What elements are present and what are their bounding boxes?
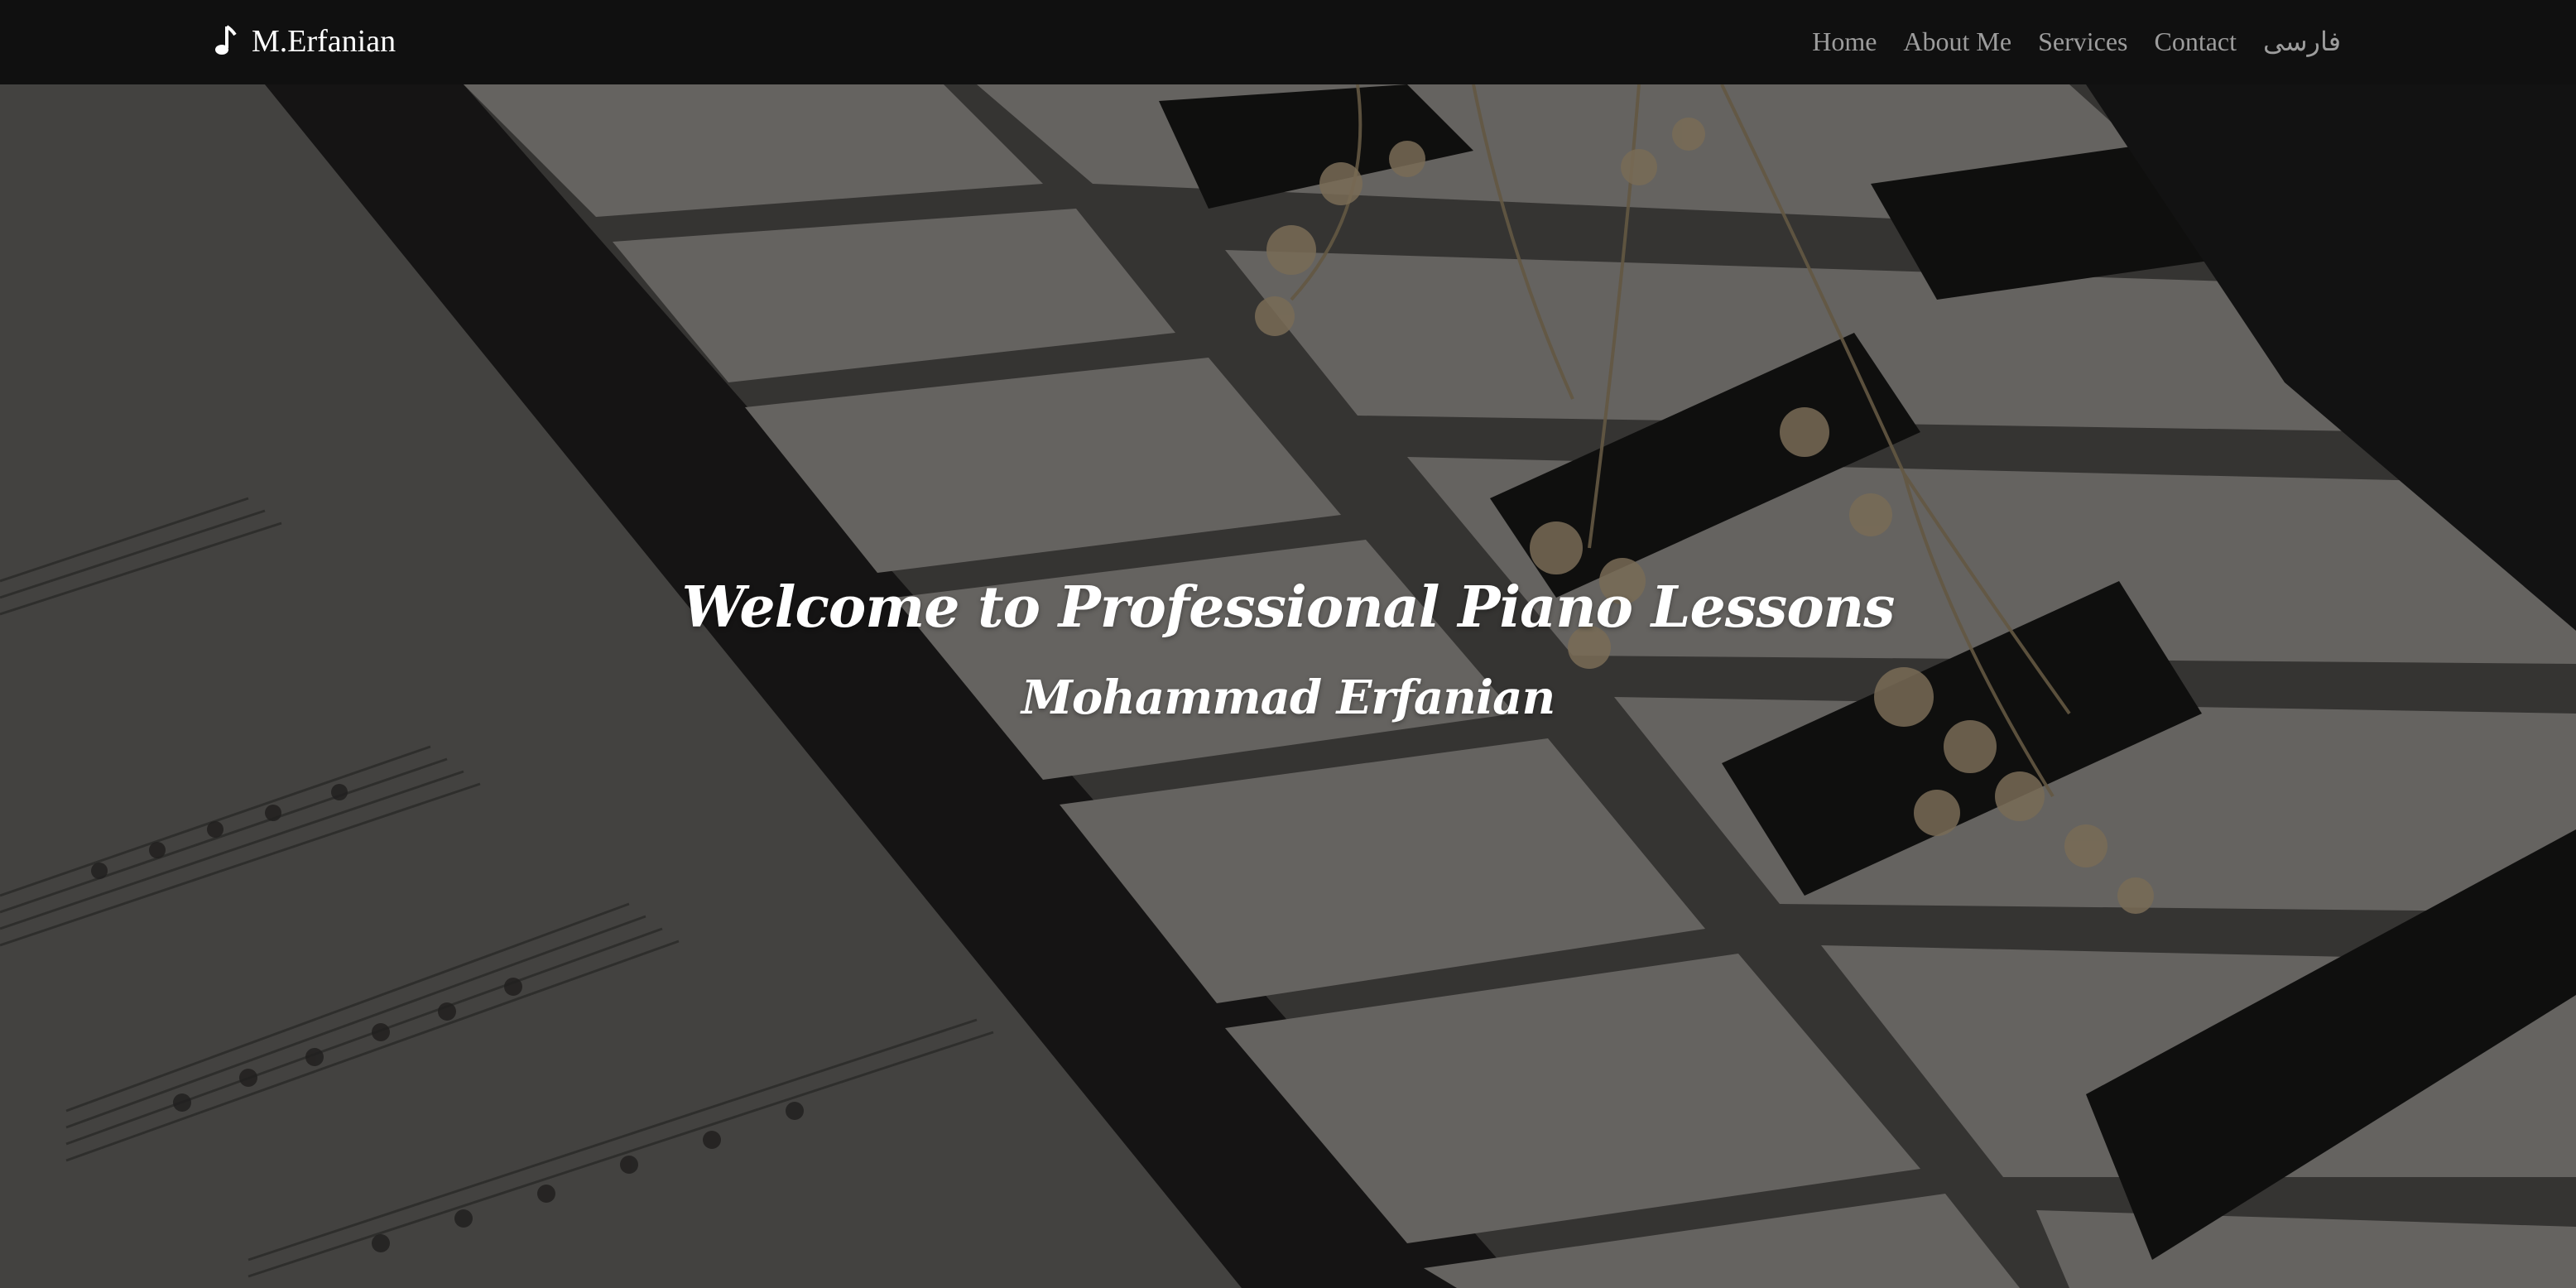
music-note-icon xyxy=(215,25,237,55)
hero-title: Welcome to Professional Piano Lessons xyxy=(681,574,1896,641)
nav-link-contact[interactable]: Contact xyxy=(2154,26,2237,57)
brand-link[interactable]: M.Erfanian xyxy=(214,15,396,68)
nav-menu: Home About Me Services Contact فارسی xyxy=(1812,15,2341,68)
nav-link-about-me[interactable]: About Me xyxy=(1903,26,2011,57)
navbar: M.Erfanian Home About Me Services Contac… xyxy=(0,0,2576,84)
brand-name: M.Erfanian xyxy=(252,24,396,59)
hero-subtitle: Mohammad Erfanian xyxy=(1021,670,1555,725)
nav-link-services[interactable]: Services xyxy=(2038,26,2127,57)
nav-link-home[interactable]: Home xyxy=(1812,26,1877,57)
hero-section: Welcome to Professional Piano Lessons Mo… xyxy=(0,84,2576,1288)
nav-link-persian[interactable]: فارسی xyxy=(2263,26,2341,57)
